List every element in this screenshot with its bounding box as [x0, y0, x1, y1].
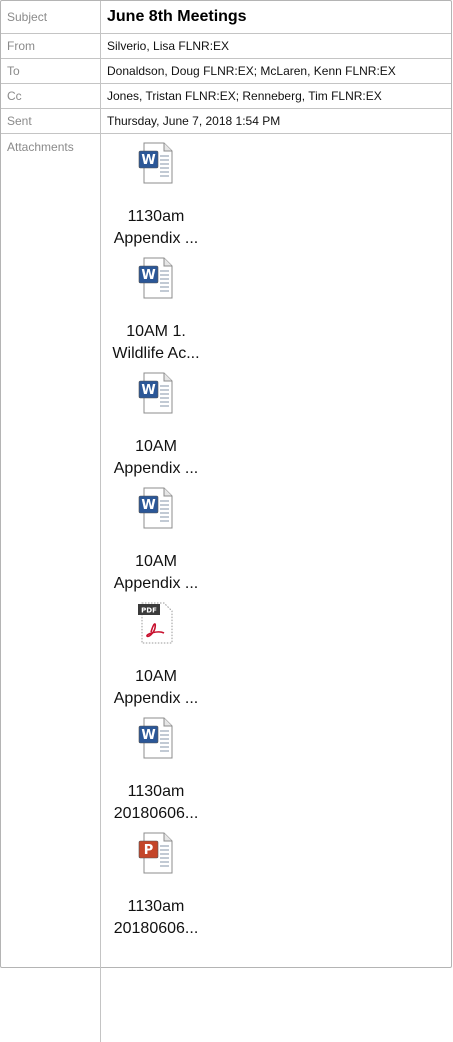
attachment-item[interactable]: W 1130am Appendix ...	[101, 140, 211, 250]
cc-row: Cc Jones, Tristan FLNR:EX; Renneberg, Ti…	[1, 84, 451, 109]
attachment-name[interactable]: 10AM Appendix ...	[101, 436, 211, 480]
subject-label: Subject	[1, 1, 101, 33]
from-row: From Silverio, Lisa FLNR:EX	[1, 34, 451, 59]
svg-text:W: W	[141, 383, 155, 398]
word-doc-icon[interactable]: W	[134, 715, 178, 761]
to-label: To	[1, 59, 101, 83]
word-doc-icon[interactable]: W	[134, 255, 178, 301]
attachment-name-line2: Appendix ...	[113, 575, 199, 592]
to-value[interactable]: Donaldson, Doug FLNR:EX; McLaren, Kenn F…	[101, 59, 451, 83]
attachment-name-line1: 10AM 1.	[126, 323, 186, 340]
svg-text:P: P	[144, 843, 154, 858]
attachment-name-line1: 10AM	[135, 668, 177, 685]
attachments-list: W 1130am Appendix ... W 10AM 1. Wildlife Ac..…	[101, 134, 451, 1042]
attachment-name[interactable]: 1130am 20180606...	[101, 781, 211, 825]
sent-label: Sent	[1, 109, 101, 133]
attachment-name-line1: 1130am	[127, 898, 185, 915]
attachment-item[interactable]: W 1130am 20180606...	[101, 715, 211, 825]
attachment-name[interactable]: 10AM Appendix ...	[101, 666, 211, 710]
attachment-name[interactable]: 10AM Appendix ...	[101, 551, 211, 595]
attachment-item[interactable]: W 10AM 1. Wildlife Ac...	[101, 255, 211, 365]
from-value[interactable]: Silverio, Lisa FLNR:EX	[101, 34, 451, 58]
from-label: From	[1, 34, 101, 58]
svg-text:W: W	[141, 728, 155, 743]
attachment-name-line2: Appendix ...	[113, 690, 199, 707]
attachment-name-line2: 20180606...	[113, 805, 199, 822]
svg-text:W: W	[141, 498, 155, 513]
attachment-name-line1: 10AM	[135, 438, 177, 455]
svg-text:W: W	[141, 268, 155, 283]
attachment-item[interactable]: W 10AM Appendix ...	[101, 485, 211, 595]
attachment-name-line2: Appendix ...	[113, 230, 199, 247]
attachments-row: Attachments W 1130am Appendix ... W 10AM 1. W…	[1, 134, 451, 1042]
sent-row: Sent Thursday, June 7, 2018 1:54 PM	[1, 109, 451, 134]
word-doc-icon[interactable]: W	[134, 370, 178, 416]
attachment-name-line2: Wildlife Ac...	[112, 345, 200, 362]
attachment-item[interactable]: PDF 10AM Appendix ...	[101, 600, 211, 710]
cc-value[interactable]: Jones, Tristan FLNR:EX; Renneberg, Tim F…	[101, 84, 451, 108]
sent-value: Thursday, June 7, 2018 1:54 PM	[107, 114, 281, 128]
attachment-name-line2: Appendix ...	[113, 460, 199, 477]
attachment-item[interactable]: P 1130am 20180606...	[101, 830, 211, 940]
svg-text:W: W	[141, 153, 155, 168]
subject-row: Subject June 8th Meetings	[1, 1, 451, 34]
attachment-name[interactable]: 1130am 20180606...	[101, 896, 211, 940]
word-doc-icon[interactable]: W	[134, 485, 178, 531]
attachments-label: Attachments	[1, 134, 101, 1042]
word-doc-icon[interactable]: W	[134, 140, 178, 186]
cc-label: Cc	[1, 84, 101, 108]
to-row: To Donaldson, Doug FLNR:EX; McLaren, Ken…	[1, 59, 451, 84]
svg-text:PDF: PDF	[141, 607, 157, 615]
pdf-doc-icon[interactable]: PDF	[134, 600, 178, 646]
attachment-name-line1: 1130am	[127, 208, 185, 225]
subject-value: June 8th Meetings	[107, 8, 247, 25]
attachment-name[interactable]: 10AM 1. Wildlife Ac...	[101, 321, 211, 365]
powerpoint-doc-icon[interactable]: P	[134, 830, 178, 876]
attachment-name-line2: 20180606...	[113, 920, 199, 937]
attachment-item[interactable]: W 10AM Appendix ...	[101, 370, 211, 480]
attachment-name-line1: 1130am	[127, 783, 185, 800]
attachment-name[interactable]: 1130am Appendix ...	[101, 206, 211, 250]
email-header-sheet: Subject June 8th Meetings From Silverio,…	[0, 0, 452, 1042]
attachment-name-line1: 10AM	[135, 553, 177, 570]
